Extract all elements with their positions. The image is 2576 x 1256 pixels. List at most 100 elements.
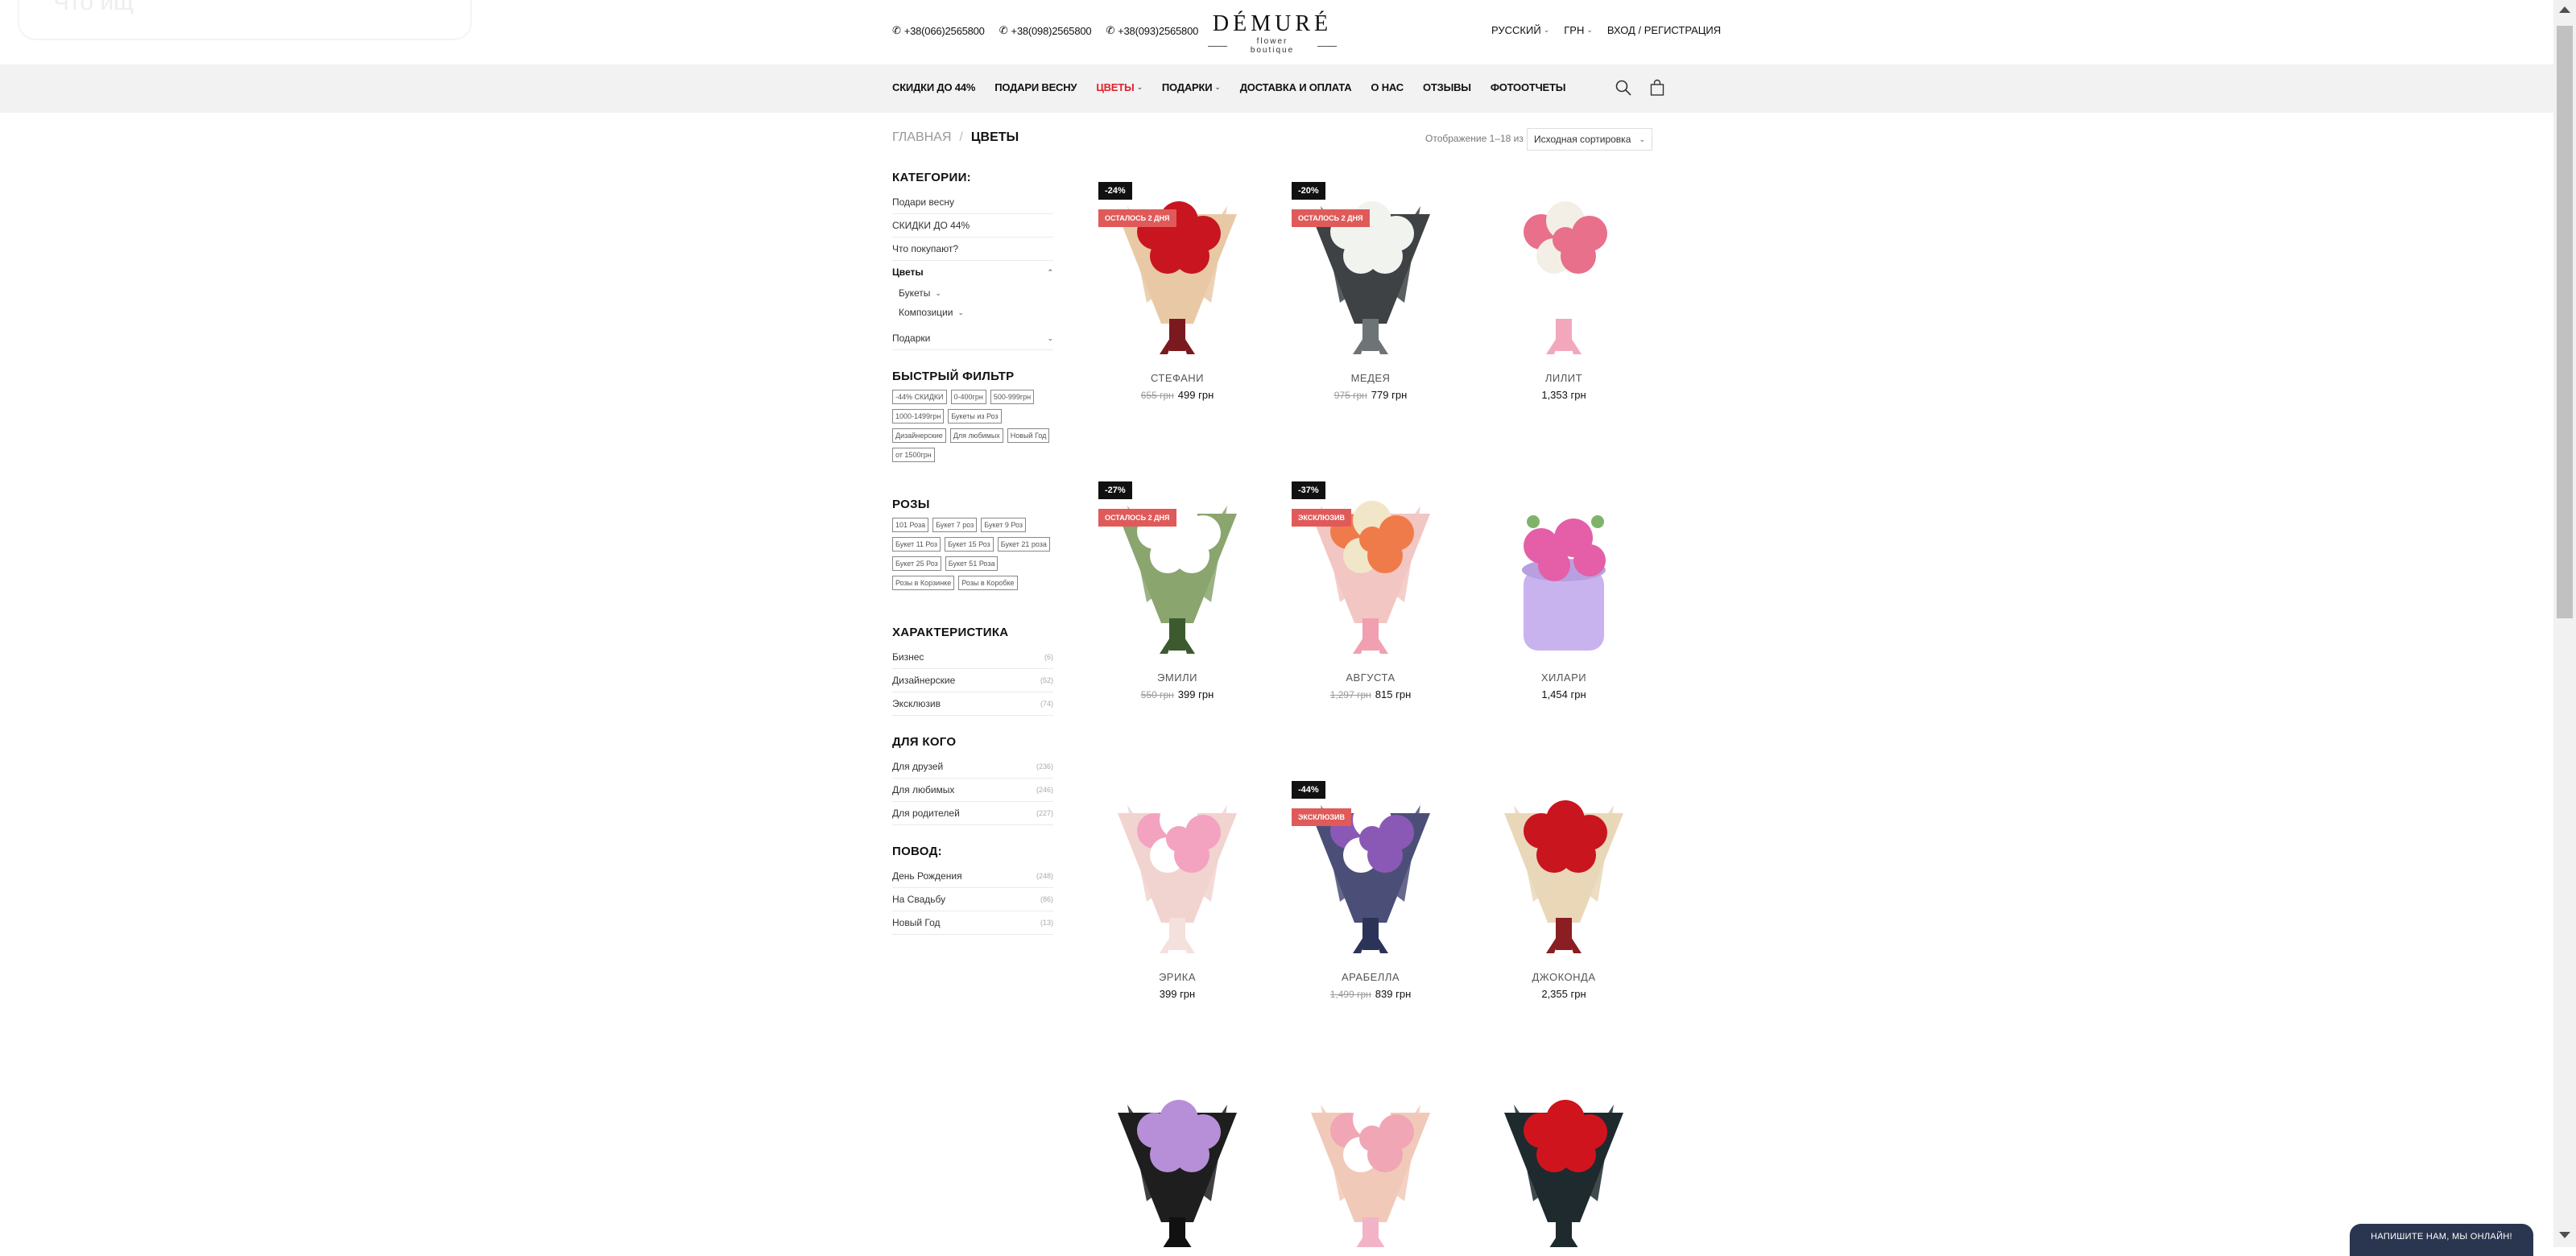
sidebar: КАТЕГОРИИ: Подари весну СКИДКИ ДО 44% Чт… bbox=[892, 171, 1053, 935]
product-card-partial[interactable] bbox=[1485, 1080, 1643, 1247]
filter-item[interactable]: Для любимых (246) bbox=[892, 779, 1053, 802]
language-dropdown[interactable]: РУССКИЙ ⌄ bbox=[1491, 24, 1549, 36]
filter-tag[interactable]: Букет 11 Роз bbox=[892, 537, 941, 552]
site-logo[interactable]: DÉMURÉ flower boutique bbox=[1208, 11, 1338, 55]
product-image[interactable]: -20% ОСТАЛОСЬ 2 ДНЯ bbox=[1292, 182, 1449, 362]
phone-link-1[interactable]: ✆ +38(066)2565800 bbox=[892, 24, 985, 37]
product-name[interactable]: ДЖОКОНДА bbox=[1485, 971, 1643, 983]
filter-item[interactable]: Эксклюзив (74) bbox=[892, 692, 1053, 716]
filter-tag[interactable]: -44% СКИДКИ bbox=[892, 390, 947, 404]
category-item[interactable]: СКИДКИ ДО 44% bbox=[892, 214, 1053, 238]
product-card[interactable]: -27% ОСТАЛОСЬ 2 ДНЯ ЭМИЛИ 550 грн 399 грн bbox=[1098, 481, 1256, 700]
nav-item[interactable]: ПОДАРИ ВЕСНУ bbox=[994, 81, 1077, 93]
filter-item[interactable]: День Рождения (248) bbox=[892, 865, 1053, 888]
product-image[interactable] bbox=[1098, 781, 1256, 961]
chevron-down-icon[interactable]: ⌄ bbox=[957, 308, 964, 317]
nav-item[interactable]: ДОСТАВКА И ОПЛАТА bbox=[1240, 81, 1352, 93]
product-name[interactable]: СТЕФАНИ bbox=[1098, 372, 1256, 384]
filter-tag[interactable]: Букет 7 роз bbox=[932, 518, 978, 532]
filter-tag[interactable]: 1000-1499грн bbox=[892, 409, 945, 423]
subcategory-item[interactable]: Композиции ⌄ bbox=[892, 303, 1053, 322]
product-image[interactable] bbox=[1098, 1080, 1256, 1247]
product-card-partial[interactable] bbox=[1098, 1080, 1256, 1247]
filter-count: (236) bbox=[1036, 762, 1053, 771]
nav-item[interactable]: СКИДКИ ДО 44% bbox=[892, 81, 975, 93]
product-name[interactable]: АВГУСТА bbox=[1292, 671, 1449, 684]
product-card-partial[interactable] bbox=[1292, 1080, 1449, 1247]
product-card[interactable]: -37% ЭКСКЛЮЗИВ АВГУСТА 1,297 грн 815 грн bbox=[1292, 481, 1449, 700]
chat-widget-button[interactable]: НАПИШИТЕ НАМ, МЫ ОНЛАЙН! bbox=[2350, 1224, 2533, 1256]
category-item-current[interactable]: Цветы ⌃ bbox=[892, 261, 1053, 283]
filter-tag[interactable]: Букеты из Роз bbox=[948, 409, 1002, 423]
scroll-down-arrow-icon[interactable] bbox=[2559, 1232, 2570, 1238]
product-name[interactable]: ЛИЛИТ bbox=[1485, 372, 1643, 384]
product-name[interactable]: ЭМИЛИ bbox=[1098, 671, 1256, 684]
filter-item[interactable]: Бизнес (6) bbox=[892, 646, 1053, 669]
filter-item[interactable]: Новый Год (13) bbox=[892, 911, 1053, 935]
scrollbar-thumb[interactable] bbox=[2557, 26, 2573, 618]
product-card[interactable]: ХИЛАРИ 1,454 грн bbox=[1485, 481, 1643, 700]
nav-item[interactable]: ФОТООТЧЕТЫ bbox=[1491, 81, 1566, 93]
product-image[interactable] bbox=[1485, 781, 1643, 961]
filter-tag[interactable]: Новый Год bbox=[1007, 428, 1050, 443]
product-card[interactable]: ЛИЛИТ 1,353 грн bbox=[1485, 182, 1643, 401]
filter-item[interactable]: На Свадьбу (86) bbox=[892, 888, 1053, 911]
product-price: 975 грн 779 грн bbox=[1292, 389, 1449, 401]
product-name[interactable]: ХИЛАРИ bbox=[1485, 671, 1643, 684]
filter-item[interactable]: Для друзей (236) bbox=[892, 755, 1053, 779]
category-item-gifts[interactable]: Подарки ⌄ bbox=[892, 327, 1053, 350]
nav-item[interactable]: ПОДАРКИ ⌄ bbox=[1162, 81, 1221, 93]
product-image[interactable] bbox=[1485, 481, 1643, 662]
chevron-up-icon[interactable]: ⌃ bbox=[1047, 268, 1053, 277]
product-card[interactable]: ДЖОКОНДА 2,355 грн bbox=[1485, 781, 1643, 1000]
category-item[interactable]: Подари весну bbox=[892, 191, 1053, 214]
phone-link-3[interactable]: ✆ +38(093)2565800 bbox=[1106, 24, 1198, 37]
phone-icon: ✆ bbox=[1106, 24, 1115, 36]
filter-item[interactable]: Для родителей (227) bbox=[892, 802, 1053, 825]
filter-tag[interactable]: Букет 21 роза bbox=[997, 537, 1050, 552]
product-image[interactable] bbox=[1292, 1080, 1449, 1247]
product-image[interactable] bbox=[1485, 1080, 1643, 1247]
filter-tag[interactable]: Букет 15 Роз bbox=[945, 537, 994, 552]
filter-tag[interactable]: от 1500грн bbox=[892, 448, 935, 462]
search-icon[interactable] bbox=[1615, 79, 1632, 97]
chevron-down-icon[interactable]: ⌄ bbox=[935, 289, 941, 298]
page-scrollbar[interactable] bbox=[2553, 0, 2576, 1247]
nav-item[interactable]: О НАС bbox=[1371, 81, 1404, 93]
product-image[interactable] bbox=[1485, 182, 1643, 362]
product-card[interactable]: -20% ОСТАЛОСЬ 2 ДНЯ МЕДЕЯ 975 грн 779 грн bbox=[1292, 182, 1449, 401]
filter-item[interactable]: Дизайнерские (52) bbox=[892, 669, 1053, 692]
filter-tag[interactable]: Для любимых bbox=[949, 428, 1003, 443]
filter-tag[interactable]: Букет 25 Роз bbox=[892, 556, 941, 571]
filter-tag[interactable]: Розы в Коробке bbox=[958, 576, 1018, 590]
filter-tag[interactable]: 0-400грн bbox=[950, 390, 986, 404]
product-image[interactable]: -37% ЭКСКЛЮЗИВ bbox=[1292, 481, 1449, 662]
product-card[interactable]: ЭРИКА 399 грн bbox=[1098, 781, 1256, 1000]
product-image[interactable]: -24% ОСТАЛОСЬ 2 ДНЯ bbox=[1098, 182, 1256, 362]
nav-item[interactable]: ЦВЕТЫ ⌄ bbox=[1096, 81, 1143, 93]
currency-dropdown[interactable]: ГРН ⌄ bbox=[1564, 24, 1593, 36]
filter-tag[interactable]: 500-999грн bbox=[990, 390, 1035, 404]
sort-select[interactable]: Исходная сортировка ⌄ bbox=[1527, 128, 1652, 151]
filter-tag[interactable]: Дизайнерские bbox=[892, 428, 946, 443]
chevron-down-icon[interactable]: ⌄ bbox=[1047, 334, 1053, 343]
product-card[interactable]: -44% ЭКСКЛЮЗИВ АРАБЕЛЛА 1,499 грн 839 грн bbox=[1292, 781, 1449, 1000]
category-item[interactable]: Что покупают? bbox=[892, 238, 1053, 261]
product-name[interactable]: АРАБЕЛЛА bbox=[1292, 971, 1449, 983]
subcategory-item[interactable]: Букеты ⌄ bbox=[892, 283, 1053, 303]
filter-tag[interactable]: 101 Роза bbox=[892, 518, 929, 532]
product-image[interactable]: -27% ОСТАЛОСЬ 2 ДНЯ bbox=[1098, 481, 1256, 662]
login-link[interactable]: ВХОД / РЕГИСТРАЦИЯ bbox=[1607, 24, 1721, 36]
product-name[interactable]: МЕДЕЯ bbox=[1292, 372, 1449, 384]
filter-tag[interactable]: Букет 9 Роз bbox=[981, 518, 1027, 532]
product-name[interactable]: ЭРИКА bbox=[1098, 971, 1256, 983]
filter-tag[interactable]: Букет 51 Роза bbox=[945, 556, 999, 571]
breadcrumb-home[interactable]: ГЛАВНАЯ bbox=[892, 130, 951, 145]
cart-bag-icon[interactable] bbox=[1648, 79, 1666, 97]
phone-link-2[interactable]: ✆ +38(098)2565800 bbox=[999, 24, 1092, 37]
product-image[interactable]: -44% ЭКСКЛЮЗИВ bbox=[1292, 781, 1449, 961]
scroll-up-arrow-icon[interactable] bbox=[2559, 6, 2570, 13]
nav-item[interactable]: ОТЗЫВЫ bbox=[1423, 81, 1471, 93]
filter-tag[interactable]: Розы в Корзинке bbox=[892, 576, 955, 590]
product-card[interactable]: -24% ОСТАЛОСЬ 2 ДНЯ СТЕФАНИ 655 грн 499 грн bbox=[1098, 182, 1256, 401]
